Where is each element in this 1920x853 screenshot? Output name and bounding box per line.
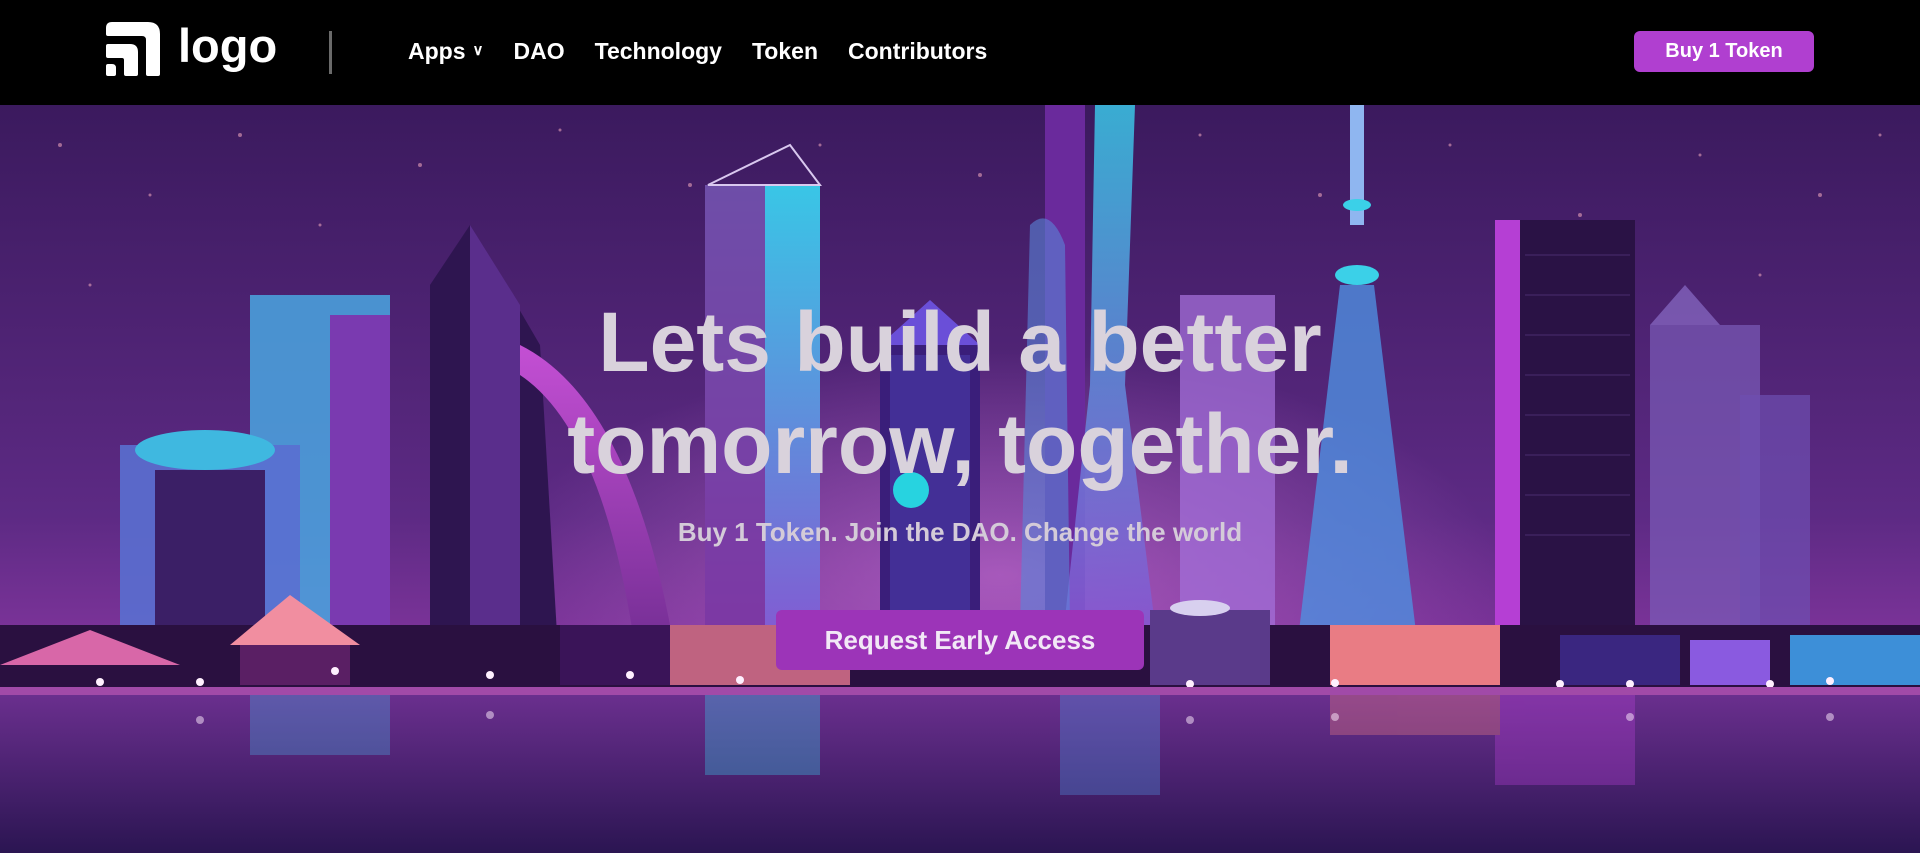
nav-item-label: Technology — [594, 38, 722, 64]
signal-arcs-icon — [106, 22, 160, 76]
header-divider — [329, 31, 332, 74]
nav-item-label: Apps — [408, 38, 466, 64]
main-nav: Apps ∨ DAO Technology Token Contributors — [408, 38, 1017, 65]
buy-token-button[interactable]: Buy 1 Token — [1634, 31, 1814, 72]
top-navigation-bar: logo Apps ∨ DAO Technology Token Contrib… — [0, 0, 1920, 105]
hero-section: Lets build a better tomorrow, together. … — [0, 105, 1920, 853]
hero-headline-line-2: tomorrow, together. — [567, 397, 1353, 491]
request-early-access-button[interactable]: Request Early Access — [776, 610, 1144, 670]
nav-item-label: Contributors — [848, 38, 988, 64]
nav-item-apps[interactable]: Apps ∨ — [408, 38, 483, 65]
nav-item-contributors[interactable]: Contributors — [848, 38, 987, 65]
nav-item-label: Token — [751, 38, 818, 64]
logo[interactable]: logo — [104, 19, 277, 79]
hero-subheadline: Buy 1 Token. Join the DAO. Change the wo… — [677, 517, 1243, 547]
logo-text: logo — [178, 18, 278, 72]
hero-headline-line-1: Lets build a better — [598, 295, 1322, 389]
nav-item-technology[interactable]: Technology — [595, 38, 722, 65]
nav-item-label: DAO — [513, 38, 565, 64]
chevron-down-icon: ∨ — [472, 41, 484, 59]
nav-item-dao[interactable]: DAO — [513, 38, 564, 65]
nav-item-token[interactable]: Token — [752, 38, 818, 65]
